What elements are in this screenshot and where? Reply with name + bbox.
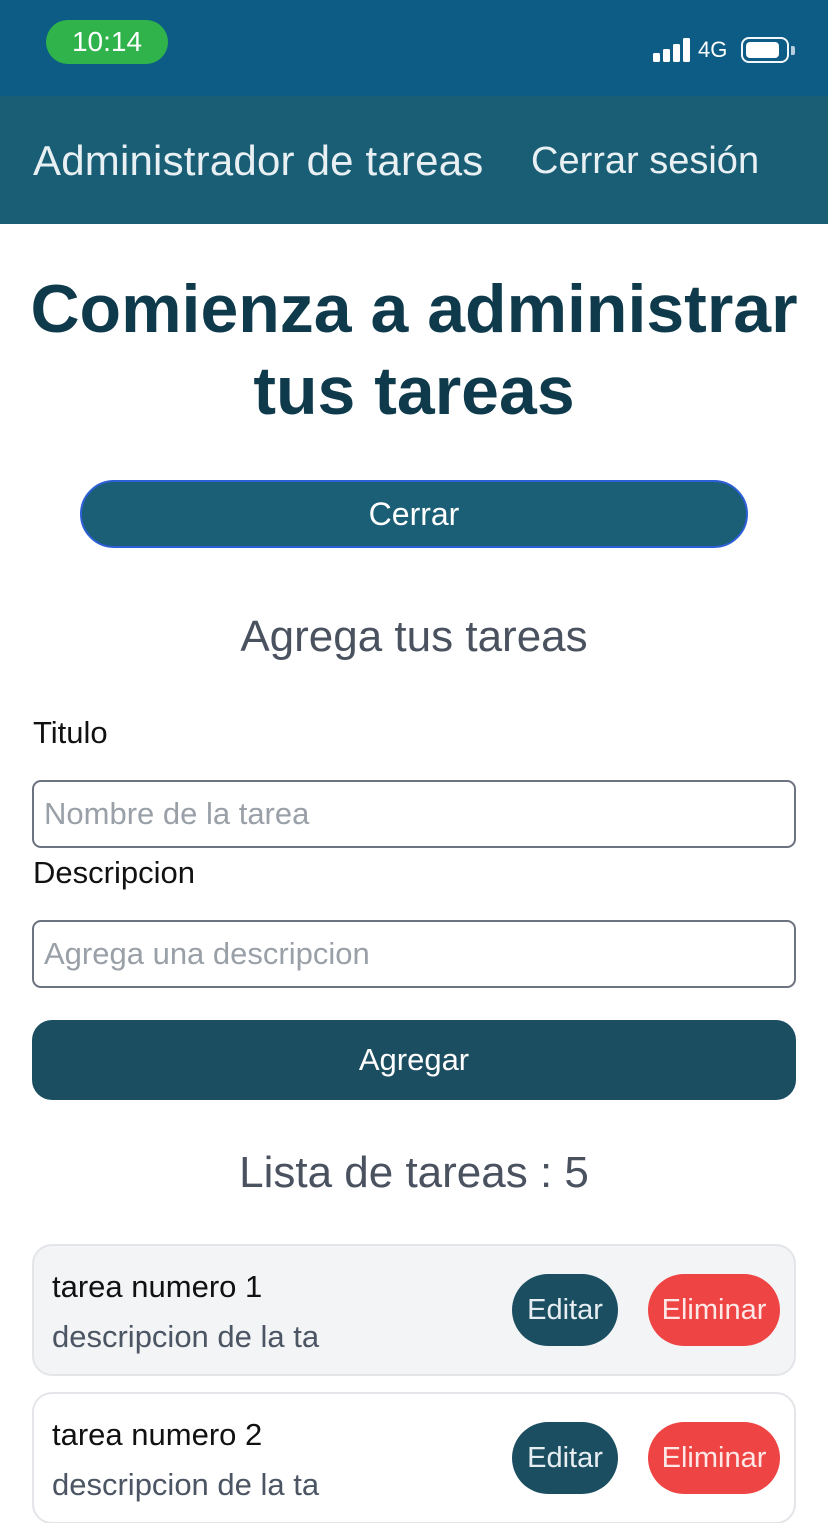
title-input[interactable]: [32, 780, 796, 848]
edit-task-button[interactable]: Editar: [512, 1274, 618, 1346]
page-title: Comienza a administrar tus tareas: [0, 268, 828, 432]
delete-task-button[interactable]: Eliminar: [648, 1274, 780, 1346]
battery-icon: [741, 37, 795, 63]
delete-task-button[interactable]: Eliminar: [648, 1422, 780, 1494]
edit-task-button[interactable]: Editar: [512, 1422, 618, 1494]
status-time: 10:14: [46, 20, 168, 64]
task-card: tarea numero 1 descripcion de la ta Edit…: [32, 1244, 796, 1376]
task-card: tarea numero 2 descripcion de la ta Edit…: [32, 1392, 796, 1523]
status-bar: 10:14 4G: [0, 0, 828, 96]
brand-link[interactable]: Administrador de tareas: [33, 136, 483, 186]
page-title-line-1: Comienza a administrar: [30, 271, 798, 347]
title-label: Titulo: [33, 715, 108, 750]
task-description: descripcion de la ta: [52, 1319, 320, 1354]
description-input[interactable]: [32, 920, 796, 988]
close-button[interactable]: Cerrar: [80, 480, 748, 548]
task-list-heading: Lista de tareas : 5: [239, 1148, 589, 1197]
network-type: 4G: [698, 37, 728, 62]
logout-link[interactable]: Cerrar sesión: [531, 138, 759, 184]
task-description: descripcion de la ta: [52, 1467, 320, 1502]
task-title: tarea numero 1: [52, 1269, 263, 1304]
task-title: tarea numero 2: [52, 1417, 263, 1452]
page-title-line-2: tus tareas: [253, 353, 575, 429]
add-task-button[interactable]: Agregar: [32, 1020, 796, 1100]
description-label: Descripcion: [33, 855, 195, 890]
add-tasks-heading: Agrega tus tareas: [240, 612, 588, 661]
signal-icon: [653, 38, 691, 62]
